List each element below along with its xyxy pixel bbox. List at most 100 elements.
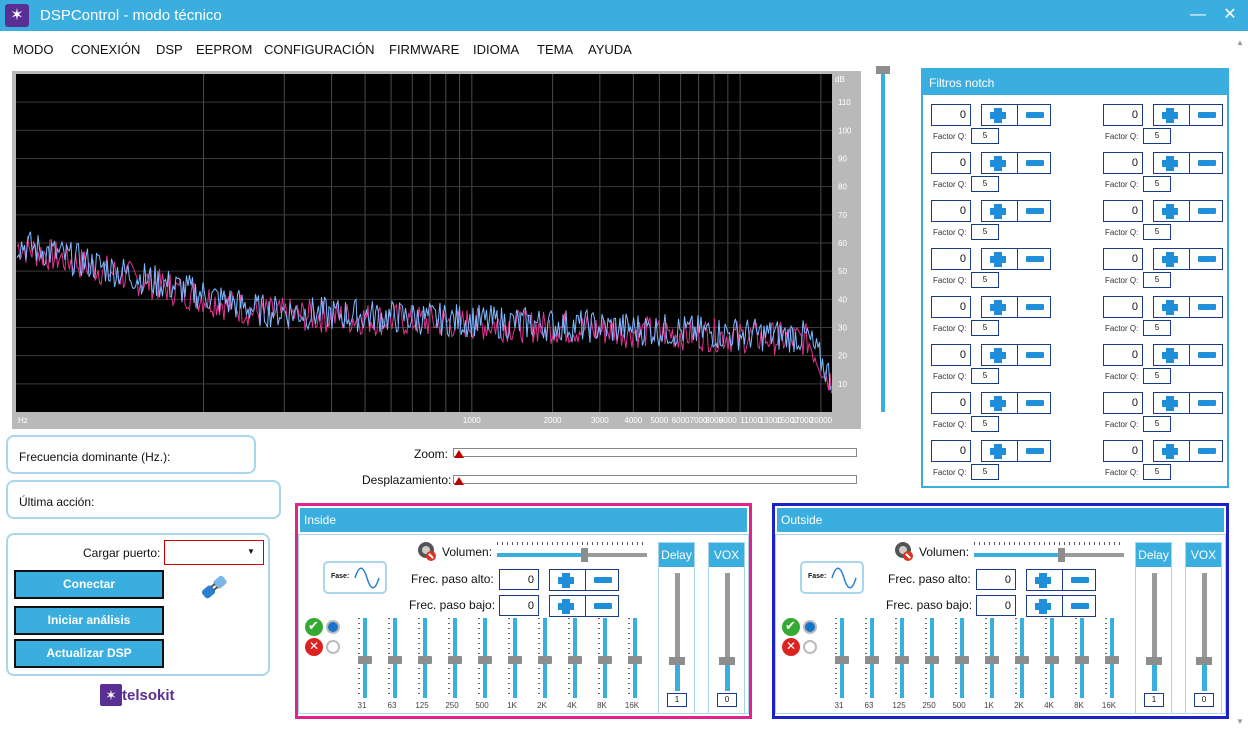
- notch-q-input[interactable]: 5: [1143, 320, 1171, 336]
- eq-band-slider[interactable]: [418, 618, 432, 698]
- menu-firmware[interactable]: FIRMWARE: [389, 42, 459, 57]
- inside-enable-radio[interactable]: [326, 620, 340, 634]
- spectrum-analyzer[interactable]: 110 100 90 80 70 60 50 40 30 20 10 1000 2000 3000 4000…: [12, 71, 861, 429]
- notch-q-input[interactable]: 5: [971, 272, 999, 288]
- menu-conexion[interactable]: CONEXIÓN: [71, 42, 140, 57]
- plus-icon[interactable]: [1154, 153, 1189, 173]
- eq-band-slider[interactable]: [835, 618, 849, 698]
- minus-icon[interactable]: [1189, 201, 1224, 221]
- eq-band-thumb[interactable]: [1075, 656, 1089, 664]
- eq-band-slider[interactable]: [1105, 618, 1119, 698]
- inside-volume-thumb[interactable]: [581, 548, 588, 562]
- minus-icon[interactable]: [1017, 393, 1052, 413]
- notch-q-input[interactable]: 5: [971, 320, 999, 336]
- scroll-up-icon[interactable]: ▲: [1236, 38, 1244, 47]
- scroll-down-icon[interactable]: ▼: [1236, 717, 1244, 726]
- gain-slider[interactable]: [876, 66, 890, 414]
- menu-eeprom[interactable]: EEPROM: [196, 42, 252, 57]
- inside-lowpass-input[interactable]: 0: [499, 595, 539, 616]
- eq-band-thumb[interactable]: [835, 656, 849, 664]
- menu-dsp[interactable]: DSP: [156, 42, 183, 57]
- eq-band-slider[interactable]: [508, 618, 522, 698]
- minimize-button[interactable]: —: [1188, 5, 1208, 25]
- notch-frequency-input[interactable]: 0: [931, 296, 971, 318]
- menu-configuracion[interactable]: CONFIGURACIÓN: [264, 42, 375, 57]
- outside-delay-thumb[interactable]: [1146, 657, 1162, 665]
- eq-band-thumb[interactable]: [568, 656, 582, 664]
- inside-volume-slider[interactable]: [497, 542, 647, 562]
- eq-band-slider[interactable]: [568, 618, 582, 698]
- speaker-mute-icon[interactable]: [894, 541, 914, 561]
- eq-band-thumb[interactable]: [1045, 656, 1059, 664]
- minus-icon[interactable]: [1062, 570, 1097, 590]
- notch-frequency-input[interactable]: 0: [931, 344, 971, 366]
- notch-frequency-input[interactable]: 0: [1103, 152, 1143, 174]
- minus-icon[interactable]: [1017, 297, 1052, 317]
- plus-icon[interactable]: [982, 201, 1017, 221]
- eq-band-thumb[interactable]: [1015, 656, 1029, 664]
- notch-frequency-input[interactable]: 0: [931, 200, 971, 222]
- notch-frequency-input[interactable]: 0: [931, 248, 971, 270]
- eq-band-thumb[interactable]: [448, 656, 462, 664]
- outside-phase-button[interactable]: Fase:: [800, 561, 864, 594]
- outside-volume-thumb[interactable]: [1058, 548, 1065, 562]
- menu-ayuda[interactable]: AYUDA: [588, 42, 632, 57]
- plus-icon[interactable]: [982, 153, 1017, 173]
- minus-icon[interactable]: [1017, 249, 1052, 269]
- outside-lowpass-input[interactable]: 0: [976, 595, 1016, 616]
- eq-band-slider[interactable]: [1075, 618, 1089, 698]
- plus-icon[interactable]: [550, 570, 585, 590]
- notch-q-input[interactable]: 5: [971, 368, 999, 384]
- port-select[interactable]: ▼: [164, 540, 264, 565]
- menu-modo[interactable]: MODO: [13, 42, 53, 57]
- zoom-slider-thumb[interactable]: [454, 450, 464, 458]
- outside-enable-radio[interactable]: [803, 620, 817, 634]
- outside-disable-radio[interactable]: [803, 640, 817, 654]
- plus-icon[interactable]: [550, 596, 585, 616]
- notch-q-input[interactable]: 5: [971, 416, 999, 432]
- minus-icon[interactable]: [1189, 153, 1224, 173]
- notch-frequency-input[interactable]: 0: [1103, 296, 1143, 318]
- plus-icon[interactable]: [982, 393, 1017, 413]
- eq-band-thumb[interactable]: [865, 656, 879, 664]
- inside-phase-button[interactable]: Fase:: [323, 561, 387, 594]
- plus-icon[interactable]: [982, 345, 1017, 365]
- notch-q-input[interactable]: 5: [1143, 272, 1171, 288]
- zoom-slider[interactable]: [453, 448, 857, 457]
- minus-icon[interactable]: [1189, 105, 1224, 125]
- speaker-mute-icon[interactable]: [417, 541, 437, 561]
- notch-q-input[interactable]: 5: [1143, 368, 1171, 384]
- eq-band-thumb[interactable]: [955, 656, 969, 664]
- plus-icon[interactable]: [1027, 596, 1062, 616]
- update-dsp-button[interactable]: Actualizar DSP: [14, 639, 164, 668]
- plus-icon[interactable]: [1154, 393, 1189, 413]
- inside-delay-thumb[interactable]: [669, 657, 685, 665]
- minus-icon[interactable]: [1189, 345, 1224, 365]
- eq-band-slider[interactable]: [865, 618, 879, 698]
- plus-icon[interactable]: [1027, 570, 1062, 590]
- inside-vox-thumb[interactable]: [719, 657, 735, 665]
- close-icon[interactable]: ✕: [782, 638, 800, 656]
- inside-disable-radio[interactable]: [326, 640, 340, 654]
- eq-band-slider[interactable]: [1015, 618, 1029, 698]
- minus-icon[interactable]: [1017, 441, 1052, 461]
- menu-idioma[interactable]: IDIOMA: [473, 42, 519, 57]
- inside-delay-value[interactable]: 1: [667, 693, 687, 707]
- eq-band-thumb[interactable]: [478, 656, 492, 664]
- notch-frequency-input[interactable]: 0: [931, 440, 971, 462]
- plus-icon[interactable]: [982, 105, 1017, 125]
- notch-q-input[interactable]: 5: [971, 464, 999, 480]
- notch-frequency-input[interactable]: 0: [931, 392, 971, 414]
- minus-icon[interactable]: [1189, 441, 1224, 461]
- eq-band-slider[interactable]: [1045, 618, 1059, 698]
- menu-tema[interactable]: TEMA: [537, 42, 573, 57]
- plus-icon[interactable]: [982, 441, 1017, 461]
- notch-frequency-input[interactable]: 0: [931, 152, 971, 174]
- close-icon[interactable]: ✕: [305, 638, 323, 656]
- plus-icon[interactable]: [1154, 441, 1189, 461]
- notch-frequency-input[interactable]: 0: [1103, 392, 1143, 414]
- notch-frequency-input[interactable]: 0: [1103, 200, 1143, 222]
- plus-icon[interactable]: [982, 249, 1017, 269]
- plus-icon[interactable]: [1154, 345, 1189, 365]
- notch-frequency-input[interactable]: 0: [1103, 344, 1143, 366]
